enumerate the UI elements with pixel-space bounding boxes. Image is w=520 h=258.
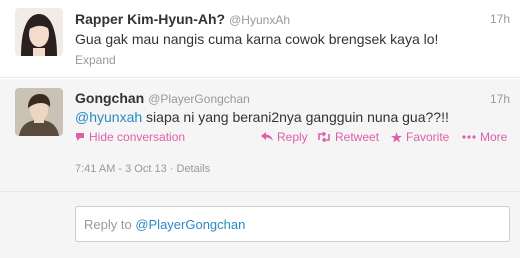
reply-button[interactable]: Reply	[261, 130, 308, 144]
conversation-icon	[76, 133, 84, 141]
tweet[interactable]: Rapper Kim-Hyun-Ah? @HyunxAh 17h Gua gak …	[0, 0, 520, 78]
reply-icon	[261, 132, 273, 141]
display-name[interactable]: Gongchan	[75, 90, 144, 106]
meta-separator: ·	[166, 163, 177, 175]
tweet-expanded[interactable]: Gongchan @PlayerGongchan 17h @hyunxah sia…	[0, 79, 520, 258]
more-icon	[462, 135, 476, 139]
more-label: More	[480, 130, 508, 144]
favorite-button[interactable]: Favorite	[391, 130, 449, 144]
more-button[interactable]: More	[462, 130, 507, 144]
reply-mention: @PlayerGongchan	[135, 217, 246, 232]
avatar[interactable]	[15, 8, 63, 56]
mention-link[interactable]: @hyunxah	[75, 109, 142, 125]
divider	[0, 191, 520, 192]
retweet-label: Retweet	[335, 130, 380, 144]
star-icon	[391, 131, 402, 142]
tweet-text: @hyunxah siapa ni yang berani2nya ganggu…	[75, 109, 449, 125]
tweet-author[interactable]: Gongchan @PlayerGongchan	[75, 90, 250, 106]
tweet-time[interactable]: 17h	[490, 92, 510, 106]
handle[interactable]: @HyunxAh	[229, 13, 290, 27]
tweet-text-body: siapa ni yang berani2nya gangguin nuna g…	[142, 109, 449, 125]
tweet-timestamp[interactable]: 7:41 AM - 3 Oct 13	[75, 163, 167, 175]
handle[interactable]: @PlayerGongchan	[148, 92, 250, 106]
reply-prefix: Reply to	[84, 217, 136, 232]
tweet-meta: 7:41 AM - 3 Oct 13 · Details	[75, 163, 210, 175]
tweet-text: Gua gak mau nangis cuma karna cowok bren…	[75, 31, 439, 47]
favorite-label: Favorite	[406, 130, 450, 144]
reply-input[interactable]: Reply to @PlayerGongchan	[75, 206, 510, 242]
tweet-time[interactable]: 17h	[490, 12, 510, 26]
expand-link[interactable]: Expand	[75, 53, 116, 67]
avatar[interactable]	[15, 88, 63, 136]
tweet-actions: Hide conversation Reply Retweet Favorite…	[0, 130, 520, 146]
retweet-button[interactable]: Retweet	[317, 130, 379, 144]
hide-conversation-label: Hide conversation	[89, 130, 186, 144]
reply-label: Reply	[277, 130, 308, 144]
retweet-icon	[318, 132, 330, 142]
details-link[interactable]: Details	[177, 163, 211, 175]
display-name[interactable]: Rapper Kim-Hyun-Ah?	[75, 11, 225, 27]
hide-conversation-button[interactable]: Hide conversation	[75, 130, 185, 144]
tweet-author[interactable]: Rapper Kim-Hyun-Ah? @HyunxAh	[75, 11, 290, 27]
